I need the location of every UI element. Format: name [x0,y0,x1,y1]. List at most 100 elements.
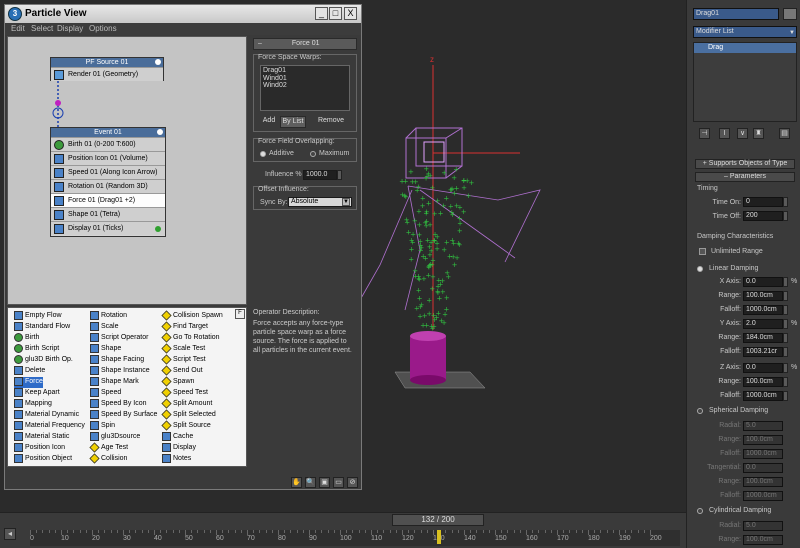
menu-options[interactable]: Options [89,24,117,33]
additive-radio[interactable] [260,151,266,157]
depot-item[interactable]: Collision Spawn [161,310,223,322]
depot-item[interactable]: glu3Dsource [90,432,140,443]
no-zoom-icon[interactable]: ⊘ [347,477,358,488]
depot-item[interactable]: Cache [162,432,193,443]
depot-item[interactable]: Send Out [161,365,203,377]
z-falloff-input[interactable]: 1000.0cm [743,391,783,401]
time-off-input[interactable]: 200 [743,211,783,221]
time-slider[interactable]: 132 / 200 [392,514,484,526]
s-range-input[interactable]: 100.0cm [743,435,783,445]
warp-item[interactable]: Drag01 [261,66,349,75]
operator-row[interactable]: Birth 01 (0-200 T:600) [51,137,165,151]
depot-item[interactable]: Force [14,377,43,388]
pan-hand-icon[interactable]: ✋ [291,477,302,488]
depot-item[interactable]: Script Test [161,354,206,366]
time-config-icon[interactable]: ◂ [4,528,16,540]
depot-item[interactable]: Material Frequency [14,421,85,432]
y-axis-input[interactable]: 2.0 [743,319,783,329]
x-axis-spinner[interactable] [783,277,788,287]
menu-display[interactable]: Display [57,24,83,33]
operator-row-selected[interactable]: Force 01 (Drag01 +2) [51,193,165,207]
operator-depot[interactable]: Empty Flow Standard Flow Birth Birth Script… [7,307,247,467]
operator-row[interactable]: Position Icon 01 (Volume) [51,151,165,165]
operator-row[interactable]: Shape 01 (Tetra) [51,207,165,221]
operator-row[interactable]: Render 01 (Geometry) [51,67,163,81]
depot-item[interactable]: Find Target [161,321,208,333]
menu-edit[interactable]: Edit [11,24,25,33]
radial-input[interactable]: 5.0 [743,421,783,431]
modifier-stack[interactable]: Drag [693,42,797,122]
particle-view-window[interactable]: 3 Particle View _ □ X Edit Select Displa… [4,4,362,490]
linear-damping-radio[interactable] [697,266,703,272]
y-range-spinner[interactable] [783,333,788,343]
depot-item[interactable]: Notes [162,454,191,465]
z-falloff-spinner[interactable] [783,391,788,401]
timeline-track[interactable]: 0102030405060708090100110120130140150160… [30,530,680,546]
minimize-button[interactable]: _ [315,7,328,20]
x-range-input[interactable]: 100.0cm [743,291,783,301]
c-range-input[interactable]: 100.0cm [743,535,783,545]
depot-item[interactable]: Rotation [90,311,127,322]
y-axis-spinner[interactable] [783,319,788,329]
force-rollout-header[interactable]: – Force 01 [253,38,357,50]
depot-item[interactable]: Shape [90,344,121,355]
configure-sets-icon[interactable]: ▤ [779,128,790,139]
x-falloff-input[interactable]: 1000.0cm [743,305,783,315]
y-range-input[interactable]: 184.0cm [743,333,783,343]
depot-item[interactable]: Keep Apart [14,388,60,399]
z-axis-spinner[interactable] [783,363,788,373]
depot-item[interactable]: Speed By Icon [90,399,147,410]
zoom-region-icon[interactable]: ▣ [319,477,330,488]
s-falloff-input[interactable]: 1000.0cm [743,449,783,459]
depot-item[interactable]: Position Icon [14,443,65,454]
depot-item[interactable]: Birth [14,333,39,344]
modifier-list-dropdown[interactable]: Modifier List ▼ [693,26,797,38]
time-on-spinner[interactable] [783,197,788,207]
depot-item[interactable]: Speed Test [161,387,208,399]
spherical-damping-radio[interactable] [697,408,703,414]
supports-rollout[interactable]: + Supports Objects of Type [695,159,795,169]
depot-item[interactable]: Mapping [14,399,52,410]
depot-item[interactable]: Standard Flow [14,322,70,333]
depot-item[interactable]: Shape Facing [90,355,144,366]
pin-stack-icon[interactable]: ⊣ [699,128,710,139]
depot-item[interactable]: Scale Test [161,343,205,355]
influence-input[interactable]: 1000.0 [303,170,337,180]
close-button[interactable]: X [344,7,357,20]
t-falloff-input[interactable]: 1000.0cm [743,491,783,501]
add-button[interactable]: Add [260,116,278,128]
sync-dropdown[interactable]: Absolute ▼ [288,197,352,207]
z-range-input[interactable]: 100.0cm [743,377,783,387]
z-range-spinner[interactable] [783,377,788,387]
operator-row[interactable]: Speed 01 (Along Icon Arrow) [51,165,165,179]
emitter-cylinder[interactable] [410,331,446,385]
depot-item[interactable]: Empty Flow [14,311,62,322]
warp-item[interactable]: Wind02 [261,82,349,89]
depot-item[interactable]: glu3D Birth Op. [14,355,73,366]
operator-row[interactable]: Rotation 01 (Random 3D) [51,179,165,193]
time-on-input[interactable]: 0 [743,197,783,207]
maximum-radio[interactable] [310,151,316,157]
warps-listbox[interactable]: Drag01 Wind01 Wind02 [260,65,350,111]
z-axis-input[interactable]: 0.0 [743,363,783,373]
window-titlebar[interactable]: 3 Particle View _ □ X [5,5,361,23]
particle-graph-canvas[interactable]: PF Source 01 Render 01 (Geometry) Event … [7,36,247,305]
x-axis-input[interactable]: 0.0 [743,277,783,287]
depot-item[interactable]: Split Amount [161,398,212,410]
zoom-icon[interactable]: 🔍 [305,477,316,488]
pf-source-node[interactable]: PF Source 01 Render 01 (Geometry) [50,57,164,81]
depot-item[interactable]: Speed [90,388,121,399]
depot-item[interactable]: Split Source [161,420,211,432]
x-falloff-spinner[interactable] [783,305,788,315]
parameters-rollout[interactable]: – Parameters [695,172,795,182]
by-list-button[interactable]: By List [280,116,306,128]
depot-item[interactable]: Material Static [14,432,69,443]
depot-item[interactable]: Collision [89,453,127,465]
stack-item-drag[interactable]: Drag [694,43,796,53]
depot-item[interactable]: Display [162,443,196,454]
t-range-input[interactable]: 100.0cm [743,477,783,487]
show-end-result-icon[interactable]: I [719,128,730,139]
y-falloff-input[interactable]: 1003.21cr [743,347,783,357]
object-color-swatch[interactable] [783,8,797,20]
depot-item[interactable]: Go To Rotation [161,332,220,344]
